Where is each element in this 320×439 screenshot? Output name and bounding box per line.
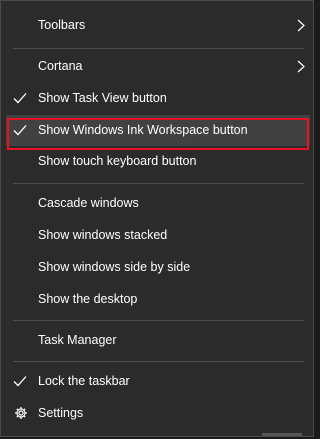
checkmark-icon (13, 93, 27, 104)
menu-separator (13, 48, 304, 49)
menu-item-label: Task Manager (38, 333, 117, 347)
taskbar-context-menu: Toolbars Cortana Show Task View button S… (0, 0, 314, 437)
menu-item-label: Cascade windows (38, 196, 139, 210)
menu-item-settings[interactable]: Settings (6, 398, 310, 429)
menu-item-label: Toolbars (38, 18, 86, 32)
menu-item-label: Lock the taskbar (38, 374, 130, 388)
menu-item-show-touch-keyboard-button[interactable]: Show touch keyboard button (6, 146, 310, 177)
chevron-right-icon (297, 19, 305, 32)
menu-item-label: Settings (38, 406, 84, 420)
menu-item-label: Show the desktop (38, 292, 138, 306)
menu-separator (13, 361, 304, 362)
menu-item-show-the-desktop[interactable]: Show the desktop (6, 284, 310, 315)
menu-item-cascade-windows[interactable]: Cascade windows (6, 188, 310, 219)
menu-item-toolbars[interactable]: Toolbars (6, 10, 310, 41)
menu-separator (13, 320, 304, 321)
gear-icon (15, 407, 27, 419)
checkmark-icon (13, 125, 27, 136)
menu-item-label: Show Task View button (38, 91, 167, 105)
menu-item-task-manager[interactable]: Task Manager (6, 325, 310, 356)
menu-item-show-task-view-button[interactable]: Show Task View button (6, 83, 310, 114)
background-fragment (262, 433, 302, 436)
menu-separator (13, 183, 304, 184)
menu-item-lock-the-taskbar[interactable]: Lock the taskbar (6, 366, 310, 397)
menu-item-show-windows-ink-workspace-button[interactable]: Show Windows Ink Workspace button (6, 115, 310, 146)
menu-item-label: Show touch keyboard button (38, 154, 197, 168)
menu-item-label: Show windows stacked (38, 228, 168, 242)
checkmark-icon (13, 376, 27, 387)
menu-item-label: Cortana (38, 59, 83, 73)
chevron-right-icon (297, 60, 305, 73)
menu-item-cortana[interactable]: Cortana (6, 51, 310, 82)
menu-item-show-windows-side-by-side[interactable]: Show windows side by side (6, 252, 310, 283)
menu-item-label: Show windows side by side (38, 260, 191, 274)
menu-item-label: Show Windows Ink Workspace button (38, 123, 248, 137)
menu-item-show-windows-stacked[interactable]: Show windows stacked (6, 220, 310, 251)
